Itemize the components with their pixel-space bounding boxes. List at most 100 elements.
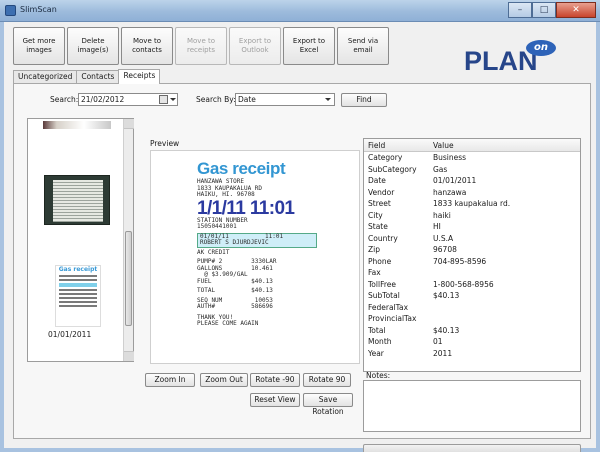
- notes-textarea[interactable]: [363, 380, 581, 432]
- tab-uncategorized[interactable]: Uncategorized: [13, 70, 78, 84]
- chevron-down-icon[interactable]: [170, 98, 176, 101]
- table-row[interactable]: Country U.S.A: [364, 233, 580, 245]
- window-title: SlimScan: [20, 5, 57, 14]
- receipt-card-box: 01/01/11 11:01 ROBERT S DJURDJEVIC: [197, 232, 317, 248]
- scrollbar-thumb[interactable]: [125, 231, 132, 326]
- table-row[interactable]: Year 2011: [364, 348, 580, 360]
- zoom-out-button[interactable]: Zoom Out: [200, 373, 248, 387]
- field-value[interactable]: HI: [433, 222, 441, 231]
- table-row[interactable]: Date 01/01/2011: [364, 175, 580, 187]
- column-header-value[interactable]: Value: [433, 141, 454, 150]
- tab-bar: Uncategorized Contacts Receipts: [13, 69, 161, 84]
- field-value[interactable]: 01: [433, 337, 443, 346]
- table-row[interactable]: Category Business: [364, 152, 580, 164]
- receipt-line: TOTAL $40.13: [197, 287, 273, 294]
- field-name: Vendor: [368, 187, 395, 197]
- field-value[interactable]: $40.13: [433, 291, 459, 300]
- table-row[interactable]: Total $40.13: [364, 325, 580, 337]
- thumbnail-image[interactable]: [44, 175, 110, 225]
- receipt-line: AUTH# 586696: [197, 303, 273, 310]
- table-row[interactable]: SubCategory Gas: [364, 164, 580, 176]
- delete-images-button[interactable]: Delete image(s): [67, 27, 119, 65]
- table-row[interactable]: Fax: [364, 267, 580, 279]
- search-by-select[interactable]: Date: [235, 93, 335, 106]
- field-value[interactable]: 704-895-8596: [433, 257, 486, 266]
- maximize-icon[interactable]: □: [532, 2, 556, 18]
- field-name: ProvincialTax: [368, 314, 417, 323]
- zoom-in-button[interactable]: Zoom In: [145, 373, 195, 387]
- thumbnail-receipt-title: Gas receipt: [58, 266, 98, 273]
- table-row[interactable]: TollFree 1-800-568-8956: [364, 279, 580, 291]
- receipt-line: FUEL $40.13: [197, 277, 273, 285]
- tab-receipts[interactable]: Receipts: [118, 69, 161, 84]
- field-value[interactable]: 1-800-568-8956: [433, 280, 494, 289]
- field-value[interactable]: haiki: [433, 211, 451, 220]
- notes-label: Notes:: [366, 371, 391, 380]
- field-name: City: [368, 210, 383, 220]
- move-to-receipts-button[interactable]: Move to receipts: [175, 27, 227, 65]
- field-name: Date: [368, 176, 386, 185]
- rotate-right-button[interactable]: Rotate 90: [303, 373, 351, 387]
- app-icon: [5, 5, 16, 16]
- thumbnail-date: 01/01/2011: [48, 330, 92, 339]
- thumbnail-scrollbar[interactable]: [123, 119, 134, 361]
- field-value[interactable]: U.S.A: [433, 234, 453, 243]
- receipt-preview[interactable]: Gas receipt HANZAWA STORE 1833 KAUPAKALU…: [150, 150, 360, 364]
- column-header-field[interactable]: Field: [368, 141, 385, 150]
- field-value[interactable]: 01/01/2011: [433, 176, 476, 185]
- table-row[interactable]: State HI: [364, 221, 580, 233]
- tab-contacts[interactable]: Contacts: [76, 70, 120, 84]
- get-more-images-button[interactable]: Get more images: [13, 27, 65, 65]
- field-name: SubTotal: [368, 291, 400, 300]
- logo-badge: on: [526, 40, 556, 56]
- table-row[interactable]: Zip 96708: [364, 244, 580, 256]
- chevron-down-icon[interactable]: [325, 98, 331, 101]
- search-label: Search:: [50, 95, 79, 104]
- title-bar: SlimScan – □ ✕: [0, 0, 600, 22]
- export-to-excel-button[interactable]: Export to Excel: [283, 27, 335, 65]
- toolbar: Get more images Delete image(s) Move to …: [13, 27, 389, 65]
- field-name: TollFree: [368, 279, 396, 289]
- field-value[interactable]: Gas: [433, 165, 447, 174]
- export-to-outlook-button[interactable]: Export to Outlook: [229, 27, 281, 65]
- table-row[interactable]: SubTotal $40.13: [364, 290, 580, 302]
- save-rotation-button[interactable]: Save Rotation: [303, 393, 353, 416]
- scroll-down-icon[interactable]: [124, 351, 134, 361]
- field-value[interactable]: 1833 kaupakalua rd.: [433, 199, 510, 208]
- table-row[interactable]: Vendor hanzawa: [364, 187, 580, 199]
- field-value[interactable]: $40.13: [433, 326, 459, 335]
- thumbnail-image-selected[interactable]: Gas receipt: [55, 265, 101, 327]
- table-row[interactable]: Street 1833 kaupakalua rd.: [364, 198, 580, 210]
- table-row[interactable]: Phone 704-895-8596: [364, 256, 580, 268]
- send-via-email-button[interactable]: Send via email: [337, 27, 389, 65]
- field-name: Street: [368, 199, 391, 208]
- move-to-contacts-button[interactable]: Move to contacts: [121, 27, 173, 65]
- search-date-input[interactable]: 21/02/2012: [78, 93, 178, 106]
- receipt-image: Gas receipt HANZAWA STORE 1833 KAUPAKALU…: [197, 159, 317, 359]
- rotate-left-button[interactable]: Rotate -90: [250, 373, 300, 387]
- field-name: Country: [368, 233, 398, 243]
- field-value[interactable]: 96708: [433, 245, 457, 254]
- calendar-icon[interactable]: [159, 95, 168, 104]
- table-row[interactable]: ProvincialTax: [364, 313, 580, 325]
- scroll-up-icon[interactable]: [124, 119, 134, 129]
- thumbnail-image[interactable]: [43, 121, 111, 129]
- table-row[interactable]: Month 01: [364, 336, 580, 348]
- field-value[interactable]: hanzawa: [433, 188, 466, 197]
- table-row[interactable]: FederalTax: [364, 302, 580, 314]
- field-name: Phone: [368, 256, 392, 266]
- receipt-line: PLEASE COME AGAIN: [197, 320, 259, 327]
- search-by-value: Date: [238, 95, 256, 104]
- minimize-icon[interactable]: –: [508, 2, 532, 18]
- field-value[interactable]: 2011: [433, 349, 452, 358]
- search-by-label: Search By:: [196, 95, 236, 104]
- table-header: Field Value: [364, 139, 580, 152]
- thumbnail-list[interactable]: Gas receipt 01/01/2011: [27, 118, 134, 362]
- receipt-fields-table: Field Value Category Business SubCategory…: [363, 138, 581, 372]
- field-value[interactable]: Business: [433, 153, 466, 162]
- reset-view-button[interactable]: Reset View: [250, 393, 300, 407]
- field-name: State: [368, 222, 388, 231]
- find-button[interactable]: Find: [341, 93, 387, 107]
- close-icon[interactable]: ✕: [556, 2, 596, 18]
- table-row[interactable]: City haiki: [364, 210, 580, 222]
